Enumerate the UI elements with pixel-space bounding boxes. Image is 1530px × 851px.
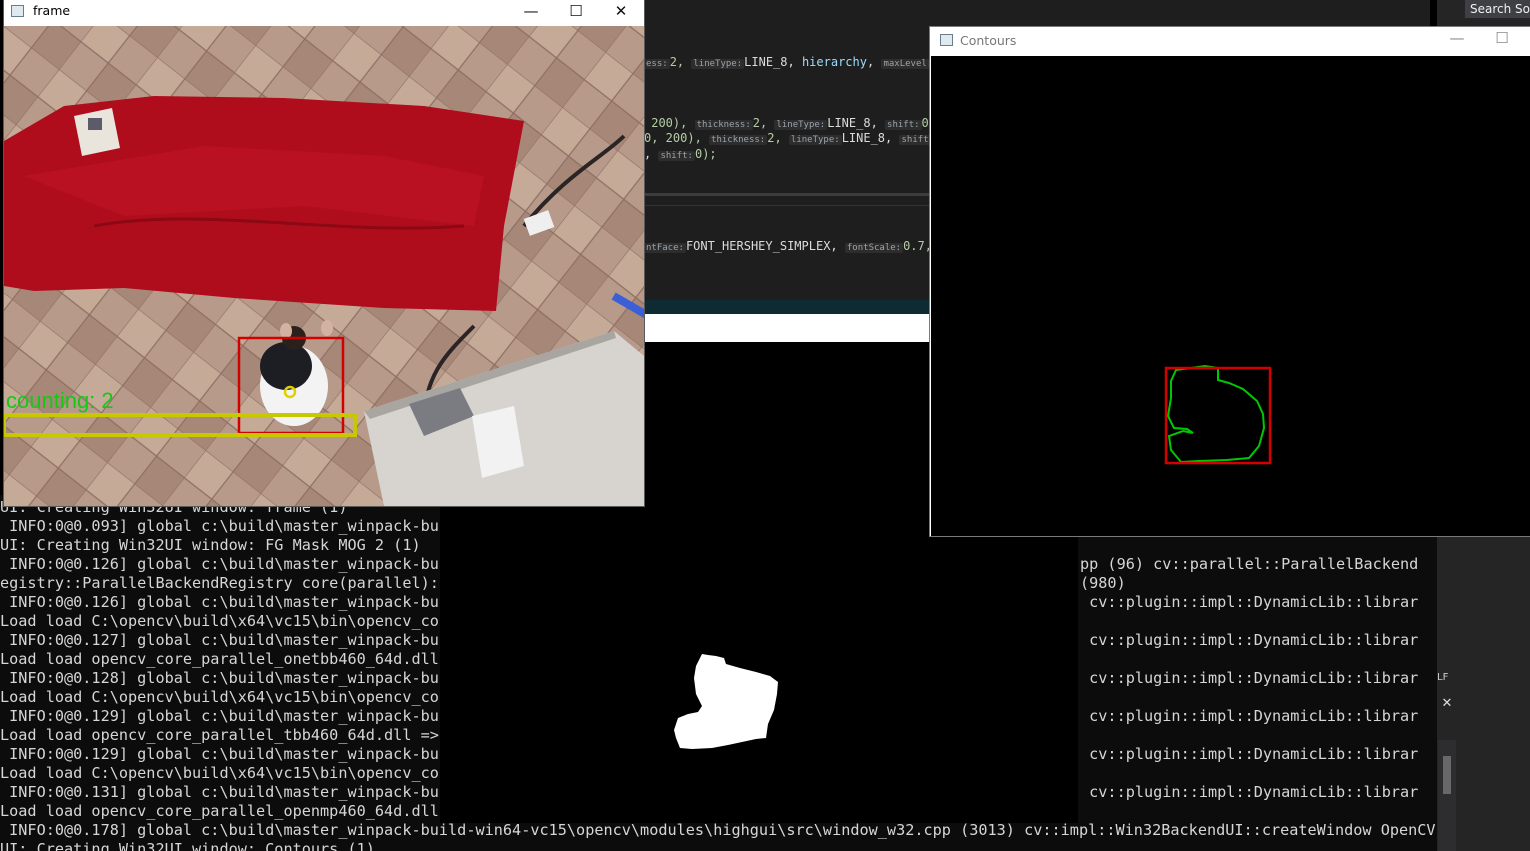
counting-label: counting: 2 (6, 388, 114, 413)
console-line-tail: (980) (1080, 574, 1126, 592)
camera-scene: counting: 2 (4, 26, 644, 506)
console-line: Load load opencv_core_parallel_tbb460_64… (0, 726, 439, 744)
code-line-3: 0, 200), thickness: 2, lineType: LINE_8, s… (644, 131, 943, 145)
contours-window[interactable]: Contours — ☐ (930, 27, 1530, 536)
code-token: 0); (694, 147, 717, 161)
console-line: Load load opencv_core_parallel_openmp460… (0, 802, 439, 820)
console-line: Load load C:\opencv\build\x64\vc15\bin\o… (0, 764, 449, 782)
line-ending-indicator[interactable]: LF (1437, 672, 1455, 686)
console-line: UI: Creating Win32UI window: Contours (1… (0, 840, 375, 851)
console-line-tail: cv::plugin::impl::DynamicLib::librar (1080, 745, 1419, 763)
maximize-button[interactable]: ☐ (553, 0, 599, 24)
console-line-tail: cv::plugin::impl::DynamicLib::librar (1080, 669, 1419, 687)
code-token: lineType: (788, 135, 842, 145)
console-line-tail: cv::plugin::impl::DynamicLib::librar (1080, 593, 1419, 611)
editor-splitter[interactable] (644, 193, 930, 196)
code-token: 0, 200), (644, 131, 710, 145)
window-fragment (644, 314, 930, 342)
console-line-tail: cv::plugin::impl::DynamicLib::librar (1080, 783, 1419, 801)
contours-canvas (1164, 364, 1272, 465)
scrollbar-thumb[interactable] (1443, 756, 1451, 794)
code-token: , (866, 55, 882, 69)
console-line-tail: cv::plugin::impl::DynamicLib::librar (1080, 707, 1419, 725)
code-line-2: 200), thickness: 2, lineType: LINE_8, shif… (644, 116, 943, 130)
console-line: INFO:0@0.129] global c:\build\master_win… (0, 707, 449, 725)
foreground-blob (674, 654, 778, 749)
contours-image (931, 56, 1530, 536)
code-token: shift: (658, 151, 695, 161)
code-line-5: ntFace: FONT_HERSHEY_SIMPLEX, fontScale: 0… (644, 239, 955, 253)
camera-frame-image: counting: 2 (4, 26, 644, 506)
frame-window[interactable]: frame — ☐ ✕ counting: 2 (4, 0, 644, 506)
console-line: INFO:0@0.178] global c:\build\master_win… (0, 821, 1436, 839)
close-icon[interactable]: ✕ (1440, 697, 1454, 711)
code-token: LINE_8, (841, 131, 900, 145)
code-line-4: , shift: 0); (644, 147, 717, 161)
window-title: Contours (960, 33, 1017, 48)
code-token: shift: (885, 120, 922, 130)
code-token: ntFace: (644, 243, 686, 253)
console-line: INFO:0@0.128] global c:\build\master_win… (0, 669, 449, 687)
code-token: thickness: (694, 120, 753, 130)
frame-titlebar[interactable]: frame — ☐ ✕ (4, 0, 644, 24)
code-token: 2, (752, 116, 775, 130)
code-token: 2, (767, 131, 789, 145)
console-line: Load load C:\opencv\build\x64\vc15\bin\o… (0, 688, 449, 706)
code-token: thickness: (709, 135, 768, 145)
editor-status-strip (644, 300, 930, 314)
console-line-tail: cv::plugin::impl::DynamicLib::librar (1080, 631, 1419, 649)
window-app-icon (940, 34, 953, 46)
console-line: INFO:0@0.126] global c:\build\master_win… (0, 555, 449, 573)
console-line: Load load opencv_core_parallel_onetbb460… (0, 650, 439, 668)
code-editor-secondary[interactable]: ntFace: FONT_HERSHEY_SIMPLEX, fontScale: 0… (644, 205, 955, 262)
console-line-tail: pp (96) cv::parallel::ParallelBackend (1080, 555, 1419, 573)
minimize-button[interactable]: — (508, 0, 554, 24)
window-app-icon (11, 5, 24, 17)
bounding-box (1164, 366, 1272, 465)
console-line: INFO:0@0.127] global c:\build\master_win… (0, 631, 449, 649)
console-line: UI: Creating Win32UI window: FG Mask MOG… (0, 536, 421, 554)
code-token: 2, (669, 55, 692, 69)
console-line: INFO:0@0.131] global c:\build\master_win… (0, 783, 449, 801)
console-line: egistry::ParallelBackendRegistry core(pa… (0, 574, 439, 592)
code-token: LINE_8, (827, 116, 886, 130)
code-token: lineType: (691, 59, 745, 69)
code-token: 200), (644, 116, 695, 130)
console-line: INFO:0@0.129] global c:\build\master_win… (0, 745, 449, 763)
code-token: ess: (644, 59, 670, 69)
code-line-1: ess: 2, lineType: LINE_8, hierarchy, maxLe… (644, 55, 949, 69)
window-title: frame (33, 3, 71, 18)
console-line: INFO:0@0.126] global c:\build\master_win… (0, 593, 449, 611)
code-token: fontScale: (844, 243, 904, 253)
card (74, 108, 120, 156)
code-token: hierarchy (801, 55, 867, 69)
code-token: LINE_8, (744, 55, 802, 69)
console-line: Load load C:\opencv\build\x64\vc15\bin\o… (0, 612, 449, 630)
search-solution-box[interactable]: Search Solu (1465, 0, 1530, 18)
code-token: FONT_HERSHEY_SIMPLEX, (685, 239, 845, 253)
code-token: , (644, 147, 659, 161)
contour-outline (1166, 364, 1266, 464)
console-line: INFO:0@0.093] global c:\build\master_win… (0, 517, 449, 535)
maximize-button[interactable]: ☐ (1479, 27, 1525, 51)
code-token: maxLevel: (881, 59, 935, 69)
code-token: lineType: (774, 120, 828, 130)
minimize-button[interactable]: — (1434, 27, 1480, 51)
close-button[interactable]: ✕ (598, 0, 644, 24)
